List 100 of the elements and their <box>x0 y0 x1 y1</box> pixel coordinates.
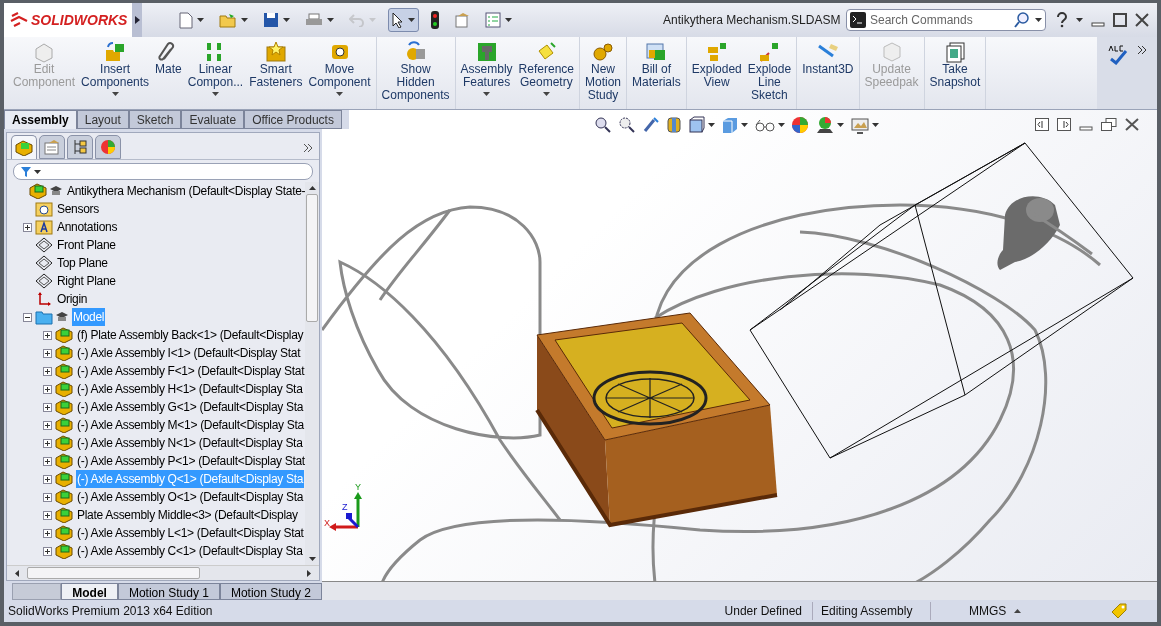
caret-icon[interactable] <box>741 123 748 127</box>
ribbon-button[interactable]: Take Snapshot <box>926 37 984 109</box>
tree-item[interactable]: (f) Plate Assembly Back<1> (Default<Display <box>76 326 305 344</box>
caret-icon[interactable] <box>542 92 550 96</box>
section-view-icon[interactable] <box>666 116 682 134</box>
collapse-icon[interactable] <box>22 312 32 322</box>
caret-icon[interactable] <box>327 18 334 22</box>
tree-item[interactable]: Front Plane <box>56 236 117 254</box>
study-tab[interactable]: Model <box>61 583 118 600</box>
vertical-scrollbar[interactable] <box>305 182 319 565</box>
command-tab[interactable]: Assembly <box>4 110 77 129</box>
glasses-icon[interactable] <box>754 118 776 132</box>
spell-check-icon[interactable] <box>1107 45 1129 65</box>
tree-item[interactable]: Sensors <box>56 200 100 218</box>
panel-tab[interactable] <box>39 135 65 159</box>
tree-item[interactable]: Annotations <box>56 218 119 236</box>
zoom-area-icon[interactable] <box>618 116 636 134</box>
view-orientation-icon[interactable] <box>688 116 706 134</box>
units-button[interactable]: MMGS <box>931 602 1041 620</box>
caret-icon[interactable] <box>837 123 844 127</box>
caret-icon[interactable] <box>34 169 41 174</box>
horizontal-scrollbar[interactable] <box>322 581 1157 600</box>
expand-icon[interactable] <box>42 438 52 448</box>
tree-item[interactable]: (-) Axle Assembly N<1> (Default<Display Sta <box>76 434 304 452</box>
expand-icon[interactable] <box>42 492 52 502</box>
caret-icon[interactable] <box>408 18 415 22</box>
caret-icon[interactable] <box>708 123 715 127</box>
scroll-up-icon[interactable] <box>308 186 316 190</box>
caret-icon[interactable] <box>241 18 248 22</box>
expand-icon[interactable] <box>42 366 52 376</box>
caret-icon[interactable] <box>197 18 204 22</box>
help-icon[interactable] <box>1056 12 1068 28</box>
expand-icon[interactable] <box>42 528 52 538</box>
save-icon[interactable] <box>263 12 279 28</box>
scroll-down-icon[interactable] <box>308 557 316 561</box>
caret-icon[interactable] <box>1076 18 1083 22</box>
chevron-icon[interactable] <box>1137 45 1147 55</box>
appearance-icon[interactable] <box>791 116 809 134</box>
pane-left-icon[interactable] <box>1035 118 1049 131</box>
restore-icon[interactable] <box>1101 118 1117 131</box>
tree-item[interactable]: (-) Axle Assembly O<1> (Default<Display Sta <box>76 488 305 506</box>
command-tab[interactable]: Office Products <box>244 110 342 129</box>
tree-item[interactable]: Right Plane <box>56 272 117 290</box>
close-icon[interactable] <box>1125 118 1139 131</box>
pointer-icon[interactable] <box>392 12 404 28</box>
maximize-icon[interactable] <box>1113 13 1127 27</box>
scroll-right-icon[interactable] <box>307 569 311 577</box>
tree-item[interactable]: (-) Axle Assembly I<1> (Default<Display Stat <box>76 344 302 362</box>
panel-tab[interactable] <box>95 135 121 159</box>
expand-icon[interactable] <box>42 456 52 466</box>
caret-icon[interactable] <box>1035 18 1042 22</box>
ribbon-button[interactable]: Insert Components <box>78 37 153 109</box>
expand-icon[interactable] <box>42 474 52 484</box>
command-tab[interactable]: Evaluate <box>181 110 245 129</box>
display-icon[interactable] <box>850 116 870 134</box>
horizontal-scrollbar[interactable] <box>7 565 319 580</box>
caret-icon[interactable] <box>111 92 119 96</box>
caret-icon[interactable] <box>872 123 879 127</box>
panel-tab[interactable] <box>67 135 93 159</box>
ribbon-button[interactable]: Instant3D <box>799 37 857 109</box>
tree-item[interactable]: (-) Axle Assembly C<1> (Default<Display Sta <box>76 542 304 560</box>
zoom-to-fit-icon[interactable] <box>594 116 612 134</box>
tree-item[interactable]: (-) Axle Assembly M<1> (Default<Display Sta <box>76 416 305 434</box>
caret-icon[interactable] <box>483 92 491 96</box>
ribbon-button[interactable]: Assembly Features <box>457 37 516 109</box>
caret-icon[interactable] <box>505 18 512 22</box>
tree-item[interactable]: Antikythera Mechanism (Default<Display State- <box>66 182 305 200</box>
ribbon-button[interactable]: Move Component <box>305 37 374 109</box>
ribbon-button[interactable]: New Motion Study <box>582 37 624 109</box>
expand-icon[interactable] <box>42 420 52 430</box>
search-box[interactable]: Search Commands <box>846 9 1046 31</box>
caret-icon[interactable] <box>211 92 219 96</box>
panel-tab[interactable] <box>11 135 37 159</box>
ribbon-button[interactable]: Bill of Materials <box>629 37 684 109</box>
ribbon-button[interactable]: Exploded View <box>688 37 745 109</box>
tree-item[interactable]: (-) Axle Assembly P<1> (Default<Display Stat <box>76 452 305 470</box>
study-tab[interactable]: Motion Study 2 <box>219 583 322 600</box>
search-field[interactable]: Search Commands <box>870 11 1009 29</box>
study-tab[interactable]: Motion Study 1 <box>117 583 220 600</box>
tree-item[interactable]: (-) Axle Assembly L<1> (Default<Display Stat <box>76 524 305 542</box>
ribbon-button[interactable]: Explode Line Sketch <box>744 37 795 109</box>
tree-item[interactable]: (-) Axle Assembly F<1> (Default<Display Stat <box>76 362 305 380</box>
expand-icon[interactable] <box>42 546 52 556</box>
ribbon-button[interactable]: Linear Compon... <box>184 37 247 109</box>
filter-field[interactable] <box>13 163 313 180</box>
expand-icon[interactable] <box>42 510 52 520</box>
caret-icon[interactable] <box>336 92 343 96</box>
expand-icon[interactable] <box>42 330 52 340</box>
scene-icon[interactable] <box>815 116 835 134</box>
ribbon-button[interactable]: Reference Geometry <box>515 37 577 109</box>
chevron-icon[interactable] <box>303 143 313 153</box>
scroll-left-icon[interactable] <box>15 569 19 577</box>
expand-handle[interactable] <box>132 3 142 37</box>
tree-item[interactable]: Origin <box>56 290 89 308</box>
tree-item[interactable]: Top Plane <box>56 254 109 272</box>
checklist-icon[interactable] <box>485 12 501 28</box>
tree-item[interactable]: (-) Axle Assembly H<1> (Default<Display Sta <box>76 380 304 398</box>
expand-icon[interactable] <box>42 384 52 394</box>
tree-item[interactable]: (-) Axle Assembly G<1> (Default<Display Sta <box>76 398 305 416</box>
caret-icon[interactable] <box>778 123 785 127</box>
